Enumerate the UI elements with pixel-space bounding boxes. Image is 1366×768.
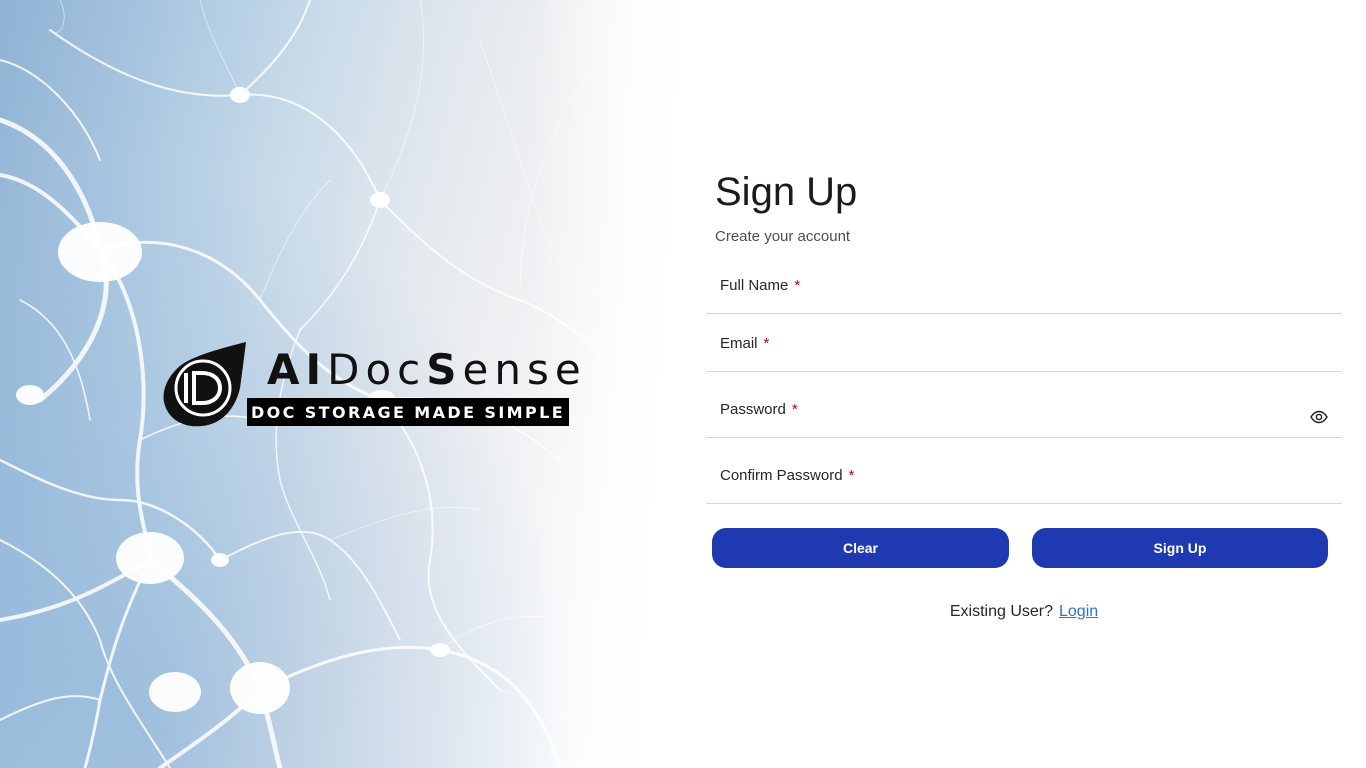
logo-word-s: S	[426, 345, 463, 394]
required-asterisk: *	[763, 335, 770, 352]
email-label-text: Email	[720, 335, 758, 352]
login-link[interactable]: Login	[1059, 603, 1098, 620]
confirm-password-label: Confirm Password *	[720, 467, 854, 484]
email-field[interactable]: Email *	[706, 314, 1342, 372]
logo-mark-icon	[163, 342, 246, 427]
brand-logo: AIDocSense DOC STORAGE MADE SIMPLE	[162, 340, 581, 430]
logo-word-ense: ense	[462, 345, 587, 394]
logo-wordmark: AIDocSense	[267, 346, 587, 394]
password-label-text: Password	[720, 401, 786, 418]
password-field[interactable]: Password *	[706, 372, 1342, 438]
eye-icon[interactable]	[1310, 410, 1328, 424]
confirm-password-label-text: Confirm Password	[720, 467, 843, 484]
existing-user-prompt: Existing User? Login	[706, 603, 1342, 621]
logo-tagline: DOC STORAGE MADE SIMPLE	[247, 398, 569, 426]
clear-button[interactable]: Clear	[712, 528, 1009, 568]
logo-word-ai: AI	[267, 345, 328, 394]
page-subtitle: Create your account	[715, 228, 851, 245]
password-label: Password *	[720, 401, 798, 418]
hero-image-panel: AIDocSense DOC STORAGE MADE SIMPLE	[0, 0, 700, 768]
logo-word-doc: Doc	[327, 345, 427, 394]
full-name-label: Full Name *	[720, 277, 800, 294]
full-name-field[interactable]: Full Name *	[706, 256, 1342, 314]
email-input[interactable]	[706, 314, 1306, 371]
required-asterisk: *	[848, 467, 855, 484]
required-asterisk: *	[791, 401, 798, 418]
email-label: Email *	[720, 335, 769, 352]
confirm-password-field[interactable]: Confirm Password *	[706, 438, 1342, 504]
existing-user-text: Existing User?	[949, 603, 1053, 620]
full-name-label-text: Full Name	[720, 277, 789, 294]
required-asterisk: *	[794, 277, 801, 294]
page-title: Sign Up	[715, 170, 858, 214]
sign-up-button[interactable]: Sign Up	[1032, 528, 1328, 568]
